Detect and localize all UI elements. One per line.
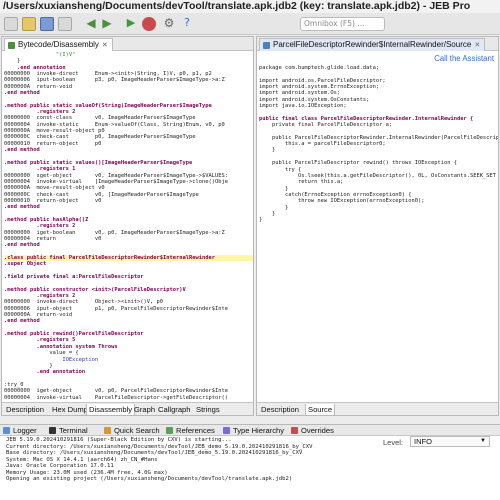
tab-strings[interactable]: Strings: [194, 404, 222, 415]
close-project-icon[interactable]: [58, 17, 72, 31]
disasm-line: 00000004 invoke-virtual ParcelFileDescri…: [4, 394, 228, 401]
tab-description[interactable]: Description: [4, 404, 46, 415]
bytecode-icon: [8, 42, 15, 49]
tab-label: Logger: [13, 426, 37, 435]
tab-source[interactable]: ParcelFileDescriptorRewinder$InternalRew…: [259, 38, 486, 52]
bytecode-bottom-tabs: Description Hex Dump Disassembly Graph Callg…: [2, 402, 253, 415]
debug-icon[interactable]: [142, 17, 156, 31]
tab-quick-search[interactable]: Quick Search: [103, 425, 160, 436]
tab-terminal[interactable]: Terminal: [48, 425, 88, 436]
chevron-down-icon: ▼: [480, 438, 486, 444]
type-hierarchy-icon: [223, 427, 230, 434]
tab-disassembly[interactable]: Disassembly: [86, 404, 136, 415]
settings-icon[interactable]: ⚙: [162, 17, 176, 31]
close-icon[interactable]: ✕: [102, 40, 108, 52]
tab-label: Bytecode/Disassembly: [18, 40, 99, 49]
source-pane: ParcelFileDescriptorRewinder$InternalRew…: [256, 36, 499, 416]
run-icon[interactable]: ▶: [124, 17, 138, 31]
source-line: }: [259, 217, 263, 224]
tab-label: Type Hierarchy: [233, 426, 285, 435]
bytecode-tabbar: Bytecode/Disassembly ✕: [2, 37, 253, 51]
quick-search-icon: [104, 427, 111, 434]
tab-logger[interactable]: Logger: [2, 425, 37, 436]
save-icon[interactable]: [40, 17, 54, 31]
source-bottom-tabs: Description Source: [257, 402, 498, 415]
back-icon[interactable]: ◀: [84, 17, 98, 31]
tab-callgraph[interactable]: Callgraph: [156, 404, 193, 415]
close-icon[interactable]: ✕: [474, 40, 480, 52]
tab-references[interactable]: References: [165, 425, 215, 436]
toolbar: ◀ ▶ ▶ ⚙ ? Omnibox (F5) ...: [0, 13, 500, 35]
level-label: Level:: [383, 438, 404, 447]
terminal-icon: [49, 427, 56, 434]
tab-hex-dump[interactable]: Hex Dump: [50, 404, 90, 415]
tab-label: Quick Search: [114, 426, 160, 435]
tab-label: References: [176, 426, 215, 435]
new-icon[interactable]: [4, 17, 18, 31]
console-tabbar: Logger Terminal Quick Search References Type…: [0, 424, 500, 436]
tab-label: ParcelFileDescriptorRewinder$InternalRew…: [273, 40, 472, 49]
tab-type-hierarchy[interactable]: Type Hierarchy: [222, 425, 284, 436]
level-select[interactable]: INFO ▼: [410, 436, 490, 447]
level-value: INFO: [414, 437, 432, 446]
tab-overrides[interactable]: Overrides: [290, 425, 334, 436]
disasm-line: 00000000 sget-object v0, ImageHeaderPars…: [4, 172, 228, 179]
references-icon: [166, 427, 173, 434]
tab-source[interactable]: Source: [305, 404, 336, 415]
logger-icon: [3, 427, 10, 434]
tab-description[interactable]: Description: [259, 404, 301, 415]
tab-bytecode-disassembly[interactable]: Bytecode/Disassembly ✕: [4, 38, 113, 51]
help-icon[interactable]: ?: [180, 17, 194, 31]
forward-icon[interactable]: ▶: [100, 17, 114, 31]
overrides-icon: [291, 427, 298, 434]
tab-graph[interactable]: Graph: [132, 404, 157, 415]
source-tabbar: ParcelFileDescriptorRewinder$InternalRew…: [257, 37, 498, 51]
disasm-line: 00000006 iput-boolean p3, p0, ImageHeade…: [4, 77, 225, 84]
open-icon[interactable]: [22, 17, 36, 31]
tab-label: Terminal: [59, 426, 88, 435]
window-title: /Users/xuxiansheng/Documents/devTool/tra…: [0, 0, 500, 13]
call-assistant-link[interactable]: Call the Assistant: [434, 54, 494, 63]
omnibox-input[interactable]: Omnibox (F5) ...: [300, 17, 385, 31]
source-view[interactable]: package com.bumptech.glide.load.data; im…: [257, 65, 498, 401]
java-class-icon: [263, 42, 270, 49]
log-line: Opening an existing project (/Users/xuxi…: [6, 476, 293, 482]
disassembly-view[interactable]: "(I)V" } .end annotation 00000000 invoke-…: [2, 52, 253, 401]
bytecode-pane: Bytecode/Disassembly ✕ "(I)V" } .end anno…: [1, 36, 254, 416]
tab-label: Overrides: [301, 426, 334, 435]
disasm-line: 00000000 iget-object v0, p0, ParcelFileD…: [4, 388, 228, 395]
